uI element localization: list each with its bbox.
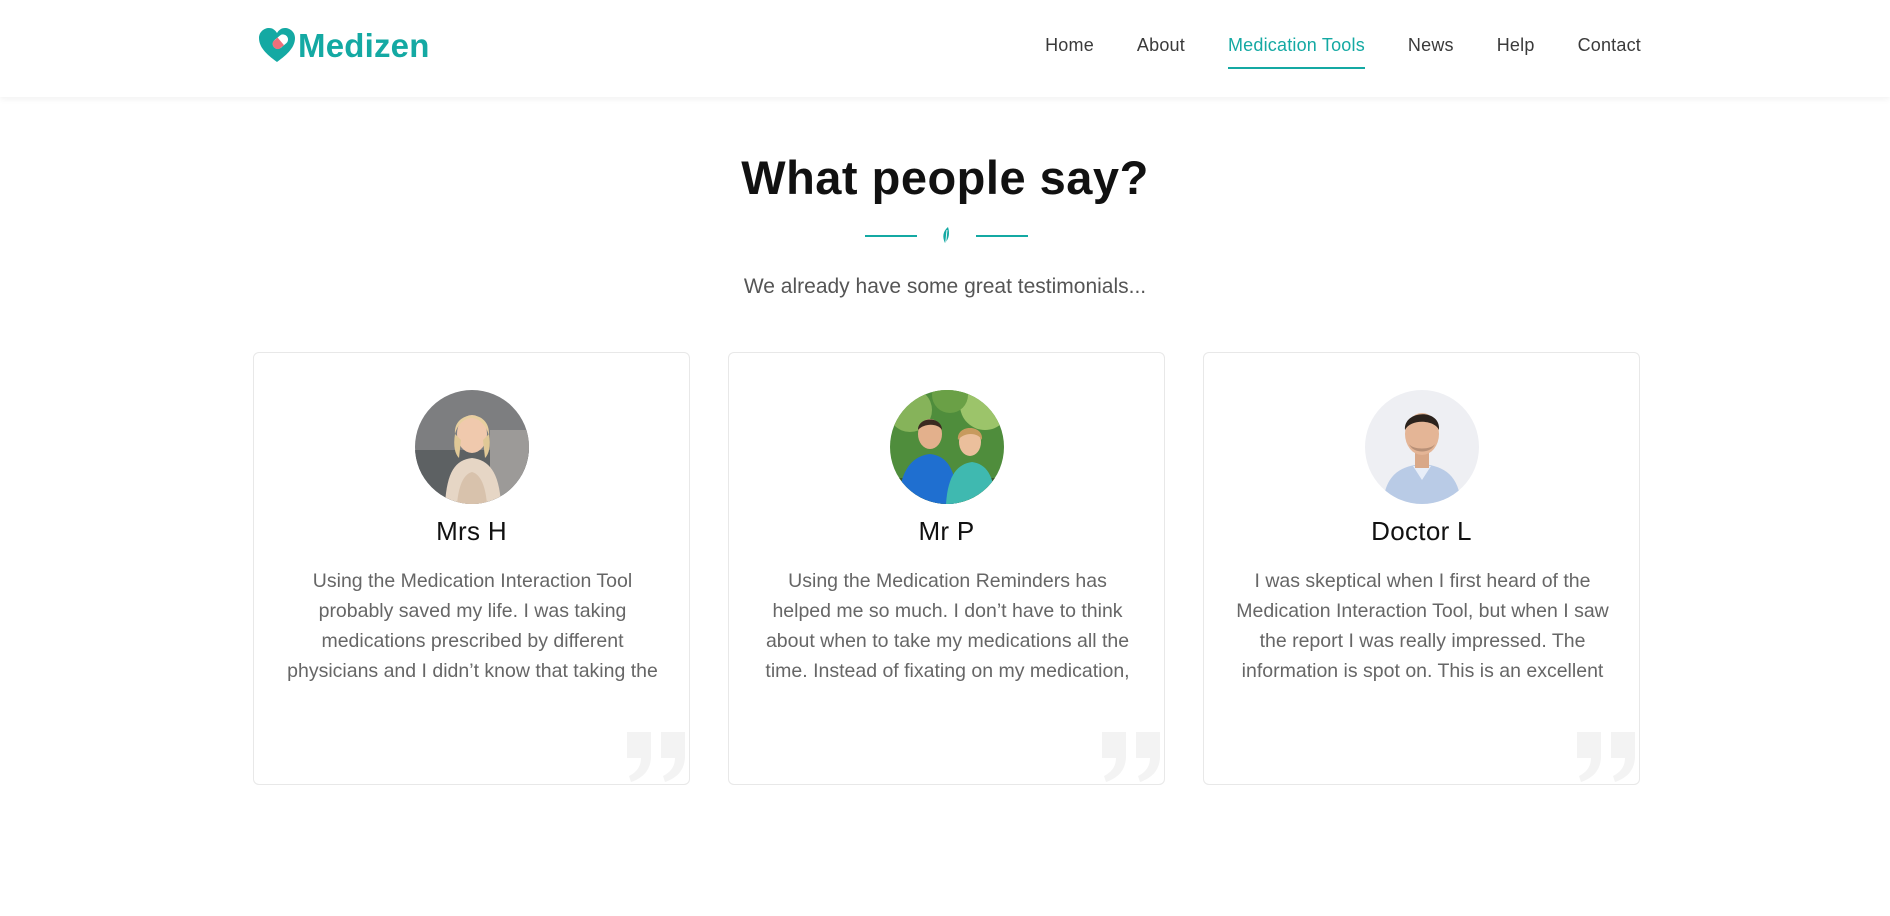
logo-text: Medizen <box>298 27 430 64</box>
nav-help[interactable]: Help <box>1497 35 1535 69</box>
nav-home[interactable]: Home <box>1045 35 1094 69</box>
testimonial-card: Doctor L I was skeptical when I first he… <box>1203 352 1640 785</box>
divider-line-left <box>865 235 917 237</box>
leaf-icon <box>943 227 949 246</box>
nav-about[interactable]: About <box>1137 35 1185 69</box>
nav-contact[interactable]: Contact <box>1578 35 1641 69</box>
testimonial-name: Doctor L <box>1371 516 1472 546</box>
testimonial-card: Mr P Using the Medication Reminders has … <box>728 352 1165 785</box>
avatar <box>1365 390 1479 504</box>
testimonial-name: Mr P <box>918 516 975 546</box>
testimonial-text: Using the Medication Interaction Tool pr… <box>287 570 658 682</box>
testimonial-text: Using the Medication Reminders has helpe… <box>765 570 1130 682</box>
divider-line-right <box>976 235 1028 237</box>
testimonial-name: Mrs H <box>436 516 507 546</box>
avatar <box>415 390 529 504</box>
quote-icon <box>1577 732 1635 782</box>
logo[interactable]: Medizen <box>258 27 430 65</box>
nav-medication-tools[interactable]: Medication Tools <box>1227 35 1365 69</box>
section-title: What people say? <box>741 151 1149 204</box>
main-nav: Home About Medication Tools News Help Co… <box>1045 35 1641 69</box>
testimonial-text: I was skeptical when I first heard of th… <box>1236 570 1609 682</box>
title-divider <box>865 226 1028 246</box>
site-header: Medizen Home About Medication Tools News… <box>0 0 1890 97</box>
avatar <box>890 390 1004 504</box>
nav-news[interactable]: News <box>1408 35 1454 69</box>
testimonial-card: Mrs H Using the Medication Interaction T… <box>253 352 690 785</box>
heart-pill-icon <box>259 28 295 62</box>
section-subtitle: We already have some great testimonials.… <box>743 275 1147 298</box>
quote-icon <box>1102 732 1160 782</box>
quote-icon <box>627 732 685 782</box>
